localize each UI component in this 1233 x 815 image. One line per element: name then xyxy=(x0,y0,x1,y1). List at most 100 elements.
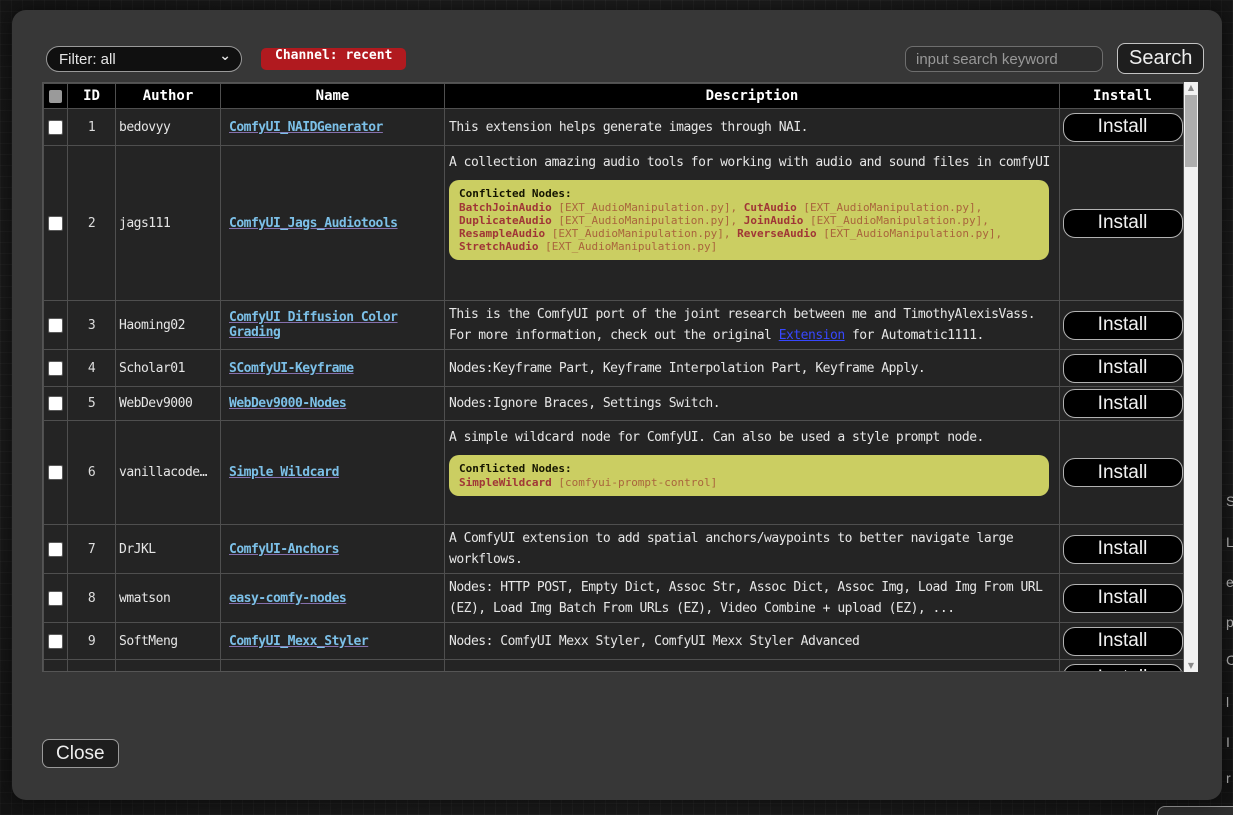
description-text: for Automatic1111. xyxy=(845,328,984,343)
edge-text-fragment: e xyxy=(1226,574,1233,590)
custom-nodes-table: ID Author Name Description Install 1 bed… xyxy=(42,82,1184,672)
header-id: ID xyxy=(68,84,116,109)
table-row: 1 bedovyy ComfyUI_NAIDGenerator This ext… xyxy=(44,109,1185,146)
node-name-link[interactable]: WebDev9000-Nodes xyxy=(229,396,346,411)
conflict-box: Conflicted Nodes: BatchJoinAudio [EXT_Au… xyxy=(449,180,1049,260)
node-name-link[interactable]: ComfyUI-Anchors xyxy=(229,542,339,557)
node-id: 6 xyxy=(68,421,116,525)
node-author: Scholar01 xyxy=(116,350,221,387)
filter-select[interactable]: Filter: all xyxy=(46,46,242,72)
node-name-link[interactable]: SComfyUI-Keyframe xyxy=(229,361,354,376)
header-checkbox-cell xyxy=(44,84,68,109)
scrollbar-thumb[interactable] xyxy=(1185,95,1197,167)
header-checkbox xyxy=(49,90,62,103)
table-row: 2 jags111 ComfyUI_Jags_Audiotools A coll… xyxy=(44,146,1185,301)
table-row: 5 WebDev9000 WebDev9000-Nodes Nodes:Igno… xyxy=(44,387,1185,421)
node-description: This is the ComfyUI port of the joint re… xyxy=(445,301,1060,350)
table-scrollbar[interactable]: ▲ ▼ xyxy=(1184,82,1198,672)
conflict-title: Conflicted Nodes: xyxy=(459,462,1039,475)
node-author: jags111 xyxy=(116,146,221,301)
node-id: 2 xyxy=(68,146,116,301)
conflict-node-file: [EXT_AudioManipulation.py], xyxy=(552,214,744,227)
install-button[interactable]: Install xyxy=(1063,209,1183,238)
description-text: A collection amazing audio tools for wor… xyxy=(449,155,1050,170)
conflict-node-name: ReverseAudio xyxy=(737,227,816,240)
row-checkbox[interactable] xyxy=(48,671,63,673)
install-button[interactable]: Install xyxy=(1063,458,1183,487)
install-custom-nodes-dialog: Filter: all ⌄ Channel: recent Search ID … xyxy=(12,10,1222,800)
node-description: Nodes:Keyframe Part, Keyframe Interpolat… xyxy=(445,350,1060,387)
row-checkbox[interactable] xyxy=(48,120,63,135)
install-button[interactable]: Install xyxy=(1063,535,1183,564)
conflict-node-file: [EXT_AudioManipulation.py], xyxy=(545,227,737,240)
extension-link[interactable]: Extension xyxy=(779,328,845,343)
row-checkbox[interactable] xyxy=(48,361,63,376)
install-button[interactable]: Install xyxy=(1063,311,1183,340)
conflict-node-file: [EXT_AudioManipulation.py] xyxy=(538,240,717,253)
search-input[interactable] xyxy=(905,46,1103,72)
node-id: 8 xyxy=(68,574,116,623)
node-author: SoftMeng xyxy=(116,623,221,660)
node-name-link[interactable]: easy-comfy-nodes xyxy=(229,591,346,606)
comfyui-canvas-background: S L e p C l I r Filter: all ⌄ Channel: r… xyxy=(0,0,1233,815)
header-author: Author xyxy=(116,84,221,109)
row-checkbox[interactable] xyxy=(48,634,63,649)
row-checkbox[interactable] xyxy=(48,396,63,411)
table-row: 4 Scholar01 SComfyUI-Keyframe Nodes:Keyf… xyxy=(44,350,1185,387)
row-checkbox[interactable] xyxy=(48,542,63,557)
conflict-node-name: JoinAudio xyxy=(744,214,804,227)
install-button[interactable]: Install xyxy=(1063,389,1183,418)
row-checkbox[interactable] xyxy=(48,318,63,333)
node-name-link[interactable]: ComfyUI_Mexx_Styler xyxy=(229,634,368,649)
header-name: Name xyxy=(221,84,445,109)
node-name-link[interactable]: ComfyUI Diffusion Color Grading xyxy=(229,310,398,340)
node-description: Nodes:Ignore Braces, Settings Switch. xyxy=(445,387,1060,421)
row-checkbox[interactable] xyxy=(48,216,63,231)
node-author: wmatson xyxy=(116,574,221,623)
conflict-node-name: BatchJoinAudio xyxy=(459,201,552,214)
header-description: Description xyxy=(445,84,1060,109)
header-install: Install xyxy=(1060,84,1185,109)
node-author: WebDev9000 xyxy=(116,387,221,421)
scroll-up-arrow-icon[interactable]: ▲ xyxy=(1184,82,1198,94)
scroll-down-arrow-icon[interactable]: ▼ xyxy=(1184,660,1198,672)
conflict-node-file: [EXT_AudioManipulation.py], xyxy=(797,201,982,214)
node-description: Nodes: Yolov8Detection, Yolov8Segmentati… xyxy=(445,660,1060,673)
node-author: bedovyy xyxy=(116,109,221,146)
node-name-link[interactable]: ComfyUI Yolov8 xyxy=(229,671,332,673)
search-button[interactable]: Search xyxy=(1117,43,1204,74)
node-description: A collection amazing audio tools for wor… xyxy=(445,146,1060,301)
edge-text-fragment: p xyxy=(1226,614,1233,630)
node-id: 7 xyxy=(68,525,116,574)
install-button[interactable]: Install xyxy=(1063,354,1183,383)
channel-badge: Channel: recent xyxy=(261,48,406,70)
close-button[interactable]: Close xyxy=(42,739,119,768)
table-row: 10 zcfrank1st ComfyUI Yolov8 Nodes: Yolo… xyxy=(44,660,1185,673)
partially-visible-button[interactable] xyxy=(1157,806,1233,815)
edge-text-fragment: l xyxy=(1226,694,1233,710)
install-button[interactable]: Install xyxy=(1063,627,1183,656)
node-description: A simple wildcard node for ComfyUI. Can … xyxy=(445,421,1060,525)
conflict-node-name: SimpleWildcard xyxy=(459,476,552,489)
node-name-link[interactable]: ComfyUI_Jags_Audiotools xyxy=(229,216,398,231)
node-author: zcfrank1st xyxy=(116,660,221,673)
conflict-list: BatchJoinAudio [EXT_AudioManipulation.py… xyxy=(459,201,1039,253)
node-id: 9 xyxy=(68,623,116,660)
table-header-row: ID Author Name Description Install xyxy=(44,84,1185,109)
node-description: Nodes: HTTP POST, Empty Dict, Assoc Str,… xyxy=(445,574,1060,623)
edge-text-fragment: r xyxy=(1226,770,1233,786)
edge-text-fragment: I xyxy=(1226,734,1233,750)
node-author: Haoming02 xyxy=(116,301,221,350)
node-description: Nodes: ComfyUI Mexx Styler, ComfyUI Mexx… xyxy=(445,623,1060,660)
install-button[interactable]: Install xyxy=(1063,584,1183,613)
conflict-node-name: DuplicateAudio xyxy=(459,214,552,227)
node-name-link[interactable]: Simple Wildcard xyxy=(229,465,339,480)
conflict-node-file: [EXT_AudioManipulation.py], xyxy=(552,201,744,214)
install-button[interactable]: Install xyxy=(1063,113,1183,142)
install-button[interactable]: Install xyxy=(1063,664,1183,673)
node-id: 4 xyxy=(68,350,116,387)
conflict-node-name: ResampleAudio xyxy=(459,227,545,240)
row-checkbox[interactable] xyxy=(48,591,63,606)
row-checkbox[interactable] xyxy=(48,465,63,480)
node-name-link[interactable]: ComfyUI_NAIDGenerator xyxy=(229,120,383,135)
